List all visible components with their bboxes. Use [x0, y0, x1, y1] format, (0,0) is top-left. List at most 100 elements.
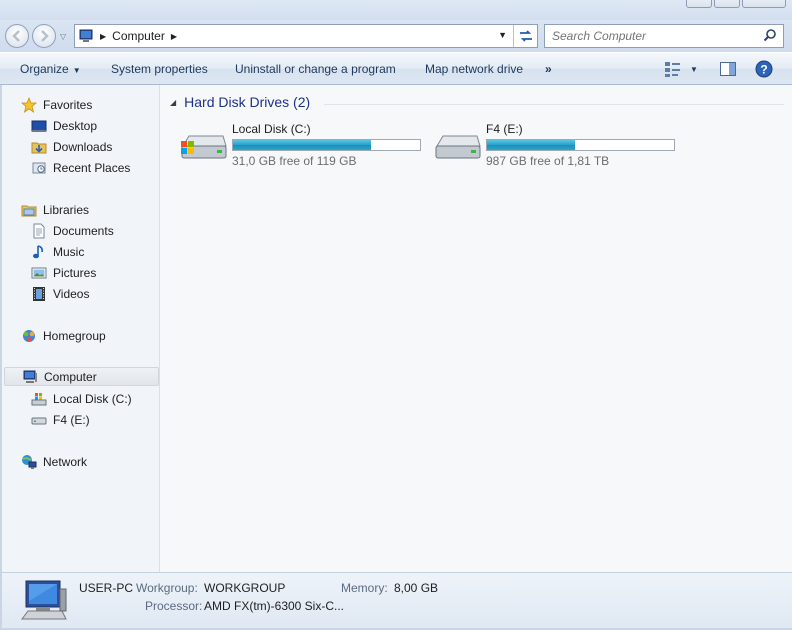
breadcrumb-computer[interactable]: Computer: [112, 29, 165, 43]
nav-homegroup[interactable]: Homegroup: [21, 326, 106, 345]
windows-drive-icon: [31, 392, 47, 405]
documents-icon: [33, 223, 45, 238]
map-network-drive-button[interactable]: Map network drive: [419, 58, 529, 80]
drive-free-space: 31,0 GB free of 119 GB: [232, 154, 357, 168]
star-icon: [21, 96, 37, 113]
chevron-down-icon: ▼: [72, 66, 81, 75]
nav-videos[interactable]: Videos: [31, 284, 89, 303]
drive-tile-f4[interactable]: F4 (E:) 987 GB free of 1,81 TB: [433, 122, 678, 172]
refresh-icon: [519, 30, 532, 42]
hard-drive-icon: [435, 135, 481, 159]
window-caption-buttons: [686, 0, 786, 8]
nav-pictures[interactable]: Pictures: [31, 263, 96, 282]
nav-desktop-label: Desktop: [53, 118, 98, 133]
computer-large-icon: [21, 580, 67, 620]
nav-pictures-label: Pictures: [53, 265, 97, 280]
nav-libraries[interactable]: Libraries: [21, 200, 89, 219]
pictures-icon: [31, 267, 47, 278]
nav-music-label: Music: [53, 244, 85, 259]
uninstall-program-button[interactable]: Uninstall or change a program: [229, 58, 402, 80]
nav-homegroup-label: Homegroup: [43, 328, 106, 343]
command-bar: Organize ▼ System properties Uninstall or…: [0, 52, 792, 85]
nav-libraries-label: Libraries: [43, 202, 90, 217]
nav-local-disk[interactable]: Local Disk (C:): [31, 389, 132, 408]
collapse-triangle-icon[interactable]: ◢: [170, 98, 176, 107]
organize-label: Organize: [20, 62, 69, 76]
nav-music[interactable]: Music: [31, 242, 84, 261]
maximize-button[interactable]: [714, 0, 740, 8]
homegroup-icon: [23, 329, 35, 342]
recent-pages-dropdown-icon[interactable]: ▽: [60, 32, 66, 41]
nav-downloads-label: Downloads: [53, 139, 113, 154]
workgroup-label: Workgroup:: [136, 581, 198, 595]
music-note-icon: [33, 244, 43, 258]
drive-free-space: 987 GB free of 1,81 TB: [486, 154, 610, 168]
processor-label: Processor:: [145, 599, 203, 613]
nav-network[interactable]: Network: [21, 452, 87, 471]
computer-icon: [23, 370, 37, 383]
nav-f4-label: F4 (E:): [53, 412, 90, 427]
search-box[interactable]: [544, 24, 784, 48]
window-title-strip: [0, 0, 792, 20]
drive-tile-local-disk[interactable]: Local Disk (C:) 31,0 GB free of 119 GB: [179, 122, 424, 172]
nav-favorites[interactable]: Favorites: [21, 95, 92, 114]
nav-network-label: Network: [43, 454, 88, 469]
recent-places-icon: [32, 162, 46, 173]
libraries-icon: [21, 205, 37, 216]
help-icon[interactable]: ?: [755, 60, 773, 78]
nav-f4-drive[interactable]: F4 (E:): [31, 410, 90, 429]
nav-local-disk-label: Local Disk (C:): [53, 391, 132, 406]
back-arrow-icon: [12, 30, 20, 42]
downloads-folder-icon: [31, 142, 47, 153]
computer-icon: [79, 29, 93, 42]
nav-videos-label: Videos: [53, 286, 90, 301]
processor-value: AMD FX(tm)-6300 Six-C...: [204, 599, 345, 613]
group-title: Hard Disk Drives (2): [184, 94, 311, 110]
nav-documents-label: Documents: [53, 223, 114, 238]
nav-recent-places[interactable]: Recent Places: [31, 158, 130, 177]
preview-pane-icon[interactable]: [719, 60, 737, 78]
system-properties-button[interactable]: System properties: [105, 58, 214, 80]
breadcrumb-separator-icon[interactable]: ▶: [100, 32, 106, 41]
search-input[interactable]: [545, 25, 755, 47]
workgroup-value: WORKGROUP: [204, 581, 286, 595]
drive-usage-bar: [486, 139, 675, 151]
group-header-hard-disk-drives[interactable]: ◢ Hard Disk Drives (2): [170, 94, 310, 110]
address-row: ▽ ▶ Computer ▶ ▼: [0, 20, 792, 52]
memory-label: Memory:: [341, 581, 388, 595]
nav-favorites-label: Favorites: [43, 97, 93, 112]
drive-name: Local Disk (C:): [232, 122, 311, 136]
drive-usage-fill: [487, 140, 575, 150]
forward-button[interactable]: [32, 24, 56, 48]
change-view-icon[interactable]: [664, 60, 682, 78]
nav-computer-label: Computer: [44, 369, 97, 384]
nav-desktop[interactable]: Desktop: [31, 116, 97, 135]
group-divider: [324, 104, 784, 105]
computer-name: USER-PC: [79, 581, 134, 595]
network-icon: [22, 454, 37, 469]
drive-name: F4 (E:): [486, 122, 523, 136]
back-button[interactable]: [5, 24, 29, 48]
minimize-button[interactable]: [686, 0, 712, 8]
details-pane: USER-PC Workgroup: WORKGROUP Memory: 8,0…: [2, 572, 792, 628]
windows-hard-drive-icon: [181, 135, 227, 159]
search-icon[interactable]: [763, 28, 777, 42]
desktop-icon: [31, 120, 47, 132]
nav-downloads[interactable]: Downloads: [31, 137, 112, 156]
refresh-button[interactable]: [513, 25, 537, 47]
videos-film-icon: [33, 286, 45, 301]
nav-recent-places-label: Recent Places: [53, 160, 131, 175]
organize-button[interactable]: Organize ▼: [14, 58, 87, 80]
view-options-dropdown-icon[interactable]: ▼: [690, 65, 698, 74]
nav-documents[interactable]: Documents: [31, 221, 114, 240]
forward-arrow-icon: [41, 30, 49, 42]
memory-value: 8,00 GB: [394, 581, 439, 595]
breadcrumb-chevron-icon[interactable]: ▶: [171, 32, 177, 41]
close-button[interactable]: [742, 0, 786, 8]
more-commands-button[interactable]: »: [539, 58, 558, 80]
drive-usage-fill: [233, 140, 372, 150]
address-history-dropdown-icon[interactable]: ▼: [498, 30, 507, 40]
address-bar[interactable]: ▶ Computer ▶ ▼: [74, 24, 538, 48]
drive-usage-bar: [232, 139, 421, 151]
nav-computer[interactable]: Computer: [4, 367, 159, 386]
